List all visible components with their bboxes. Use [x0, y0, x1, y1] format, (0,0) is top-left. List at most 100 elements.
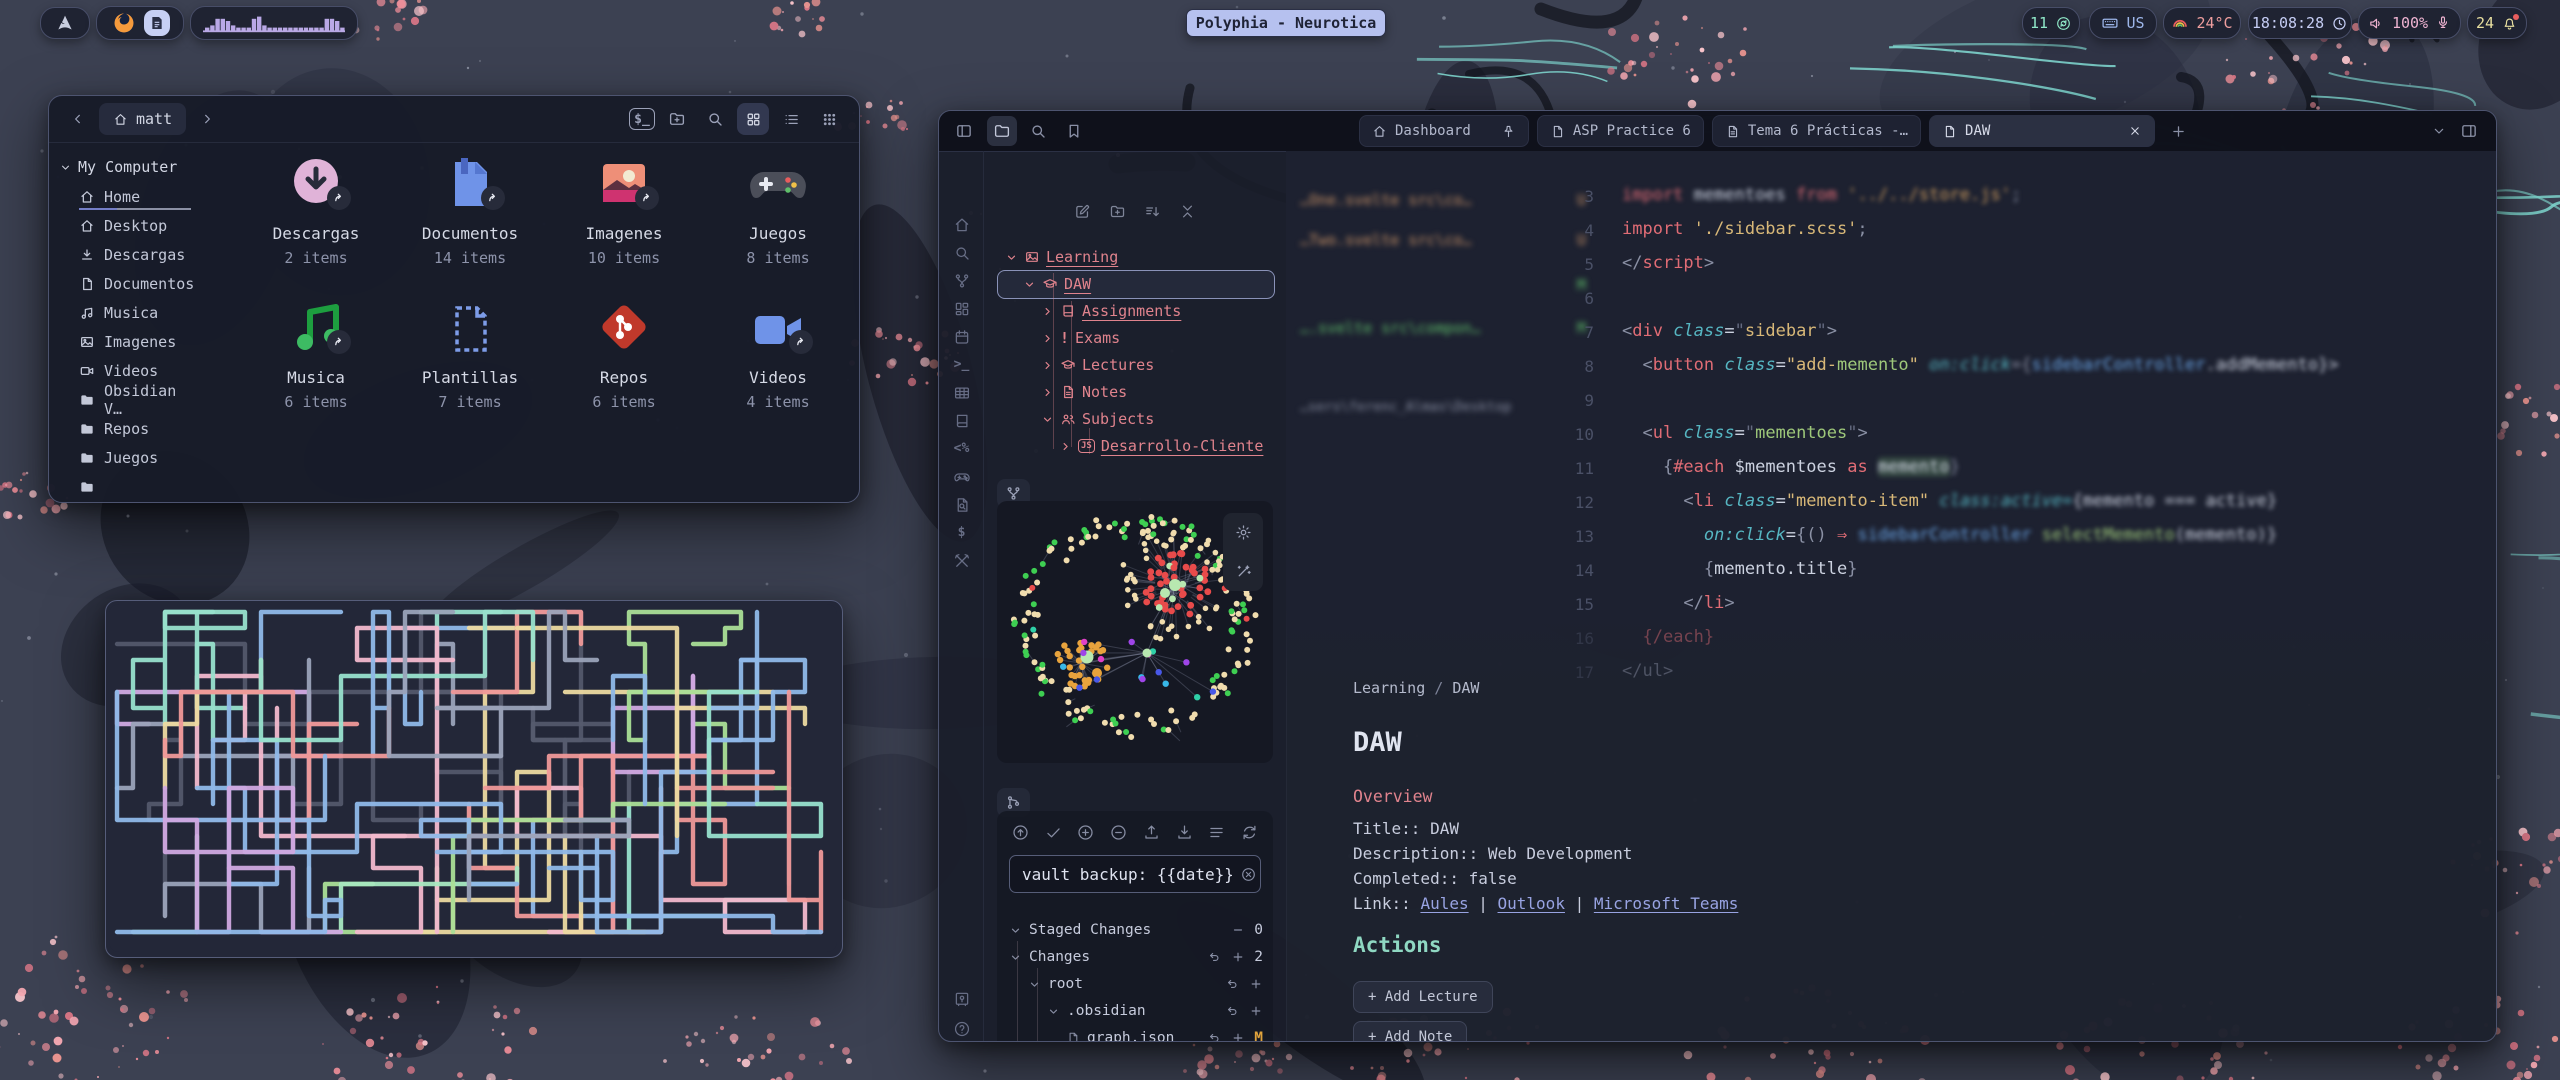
screensaver-pipes-window[interactable] [105, 600, 843, 958]
graph-icon[interactable] [952, 271, 971, 290]
compact-view-button[interactable] [813, 103, 845, 135]
expand-chevron-icon[interactable] [1009, 924, 1022, 937]
graph-settings-icon[interactable] [1235, 524, 1252, 541]
nav-forward-button[interactable] [192, 104, 222, 134]
file-search-icon[interactable] [952, 495, 971, 514]
launcher-button[interactable] [40, 7, 90, 39]
folder-plantillas[interactable]: Plantillas7 items [395, 294, 545, 411]
git-undo-action-icon[interactable] [1208, 1031, 1222, 1042]
explorer-item-learning[interactable]: Learning [1005, 245, 1118, 269]
firefox-icon[interactable] [111, 10, 137, 36]
sidebar-item-juegos[interactable]: Juegos [49, 443, 211, 472]
git-minus-action-icon[interactable] [1231, 923, 1245, 937]
folder-documentos[interactable]: Documentos14 items [395, 150, 545, 267]
nav-back-button[interactable] [63, 104, 93, 134]
tab-list-dropdown-icon[interactable] [2424, 116, 2454, 146]
folder-descargas[interactable]: Descargas2 items [241, 150, 391, 267]
folder-repos[interactable]: Repos6 items [549, 294, 699, 411]
toggle-left-sidebar-icon[interactable] [949, 116, 979, 146]
expand-chevron-icon[interactable] [1023, 278, 1036, 291]
note-breadcrumb[interactable]: Learning / DAW [1353, 679, 1479, 697]
new-tab-button[interactable] [2163, 116, 2193, 146]
note-link[interactable]: Aules [1420, 894, 1468, 913]
breadcrumb[interactable]: matt [99, 103, 186, 135]
sidebar-item-documentos[interactable]: Documentos [49, 269, 211, 298]
git-pull-icon[interactable] [1175, 823, 1194, 842]
explorer-item-lectures[interactable]: Lectures [1041, 353, 1154, 377]
table-icon[interactable] [952, 383, 971, 402]
graph-filter-wand-icon[interactable] [1235, 563, 1252, 580]
clock-widget[interactable]: 18:08:28 [2248, 7, 2352, 39]
volume-widget[interactable]: 100% [2358, 7, 2461, 39]
gamepad-icon[interactable] [952, 467, 971, 486]
tab-daw[interactable]: DAW [1929, 115, 2155, 147]
search-button[interactable] [699, 103, 731, 135]
toggle-right-sidebar-icon[interactable] [2454, 116, 2484, 146]
explorer-item-subjects[interactable]: Subjects [1041, 407, 1154, 431]
git-plus-action-icon[interactable] [1249, 1004, 1263, 1018]
home-icon[interactable] [952, 215, 971, 234]
vault-switcher-icon[interactable] [952, 989, 971, 1008]
sidebar-item-musica[interactable]: Musica [49, 298, 211, 327]
explorer-item-daw[interactable]: DAW [1023, 272, 1091, 296]
template-code-icon[interactable]: <% [952, 439, 971, 458]
sort-order-icon[interactable] [1144, 203, 1161, 220]
commit-message-input[interactable] [1010, 865, 1240, 884]
calendar-icon[interactable] [952, 327, 971, 346]
sidebar-item-partial[interactable] [49, 472, 211, 501]
git-plus-action-icon[interactable] [1231, 1031, 1245, 1042]
expand-chevron-icon[interactable] [1028, 978, 1041, 991]
git-plus-action-icon[interactable] [1249, 977, 1263, 991]
bookmarks-tab-icon[interactable] [1059, 116, 1089, 146]
tab-tema-6-pr-cticas-[interactable]: Tema 6 Prácticas -… [1712, 115, 1921, 147]
terminal-icon[interactable]: >_ [952, 355, 971, 374]
git-undo-action-icon[interactable] [1208, 950, 1222, 964]
search-tab-icon[interactable] [1023, 116, 1053, 146]
list-view-button[interactable] [775, 103, 807, 135]
new-note-icon[interactable] [1074, 203, 1091, 220]
git-undo-action-icon[interactable] [1226, 977, 1240, 991]
new-folder-icon[interactable] [1109, 203, 1126, 220]
sidebar-item-imagenes[interactable]: Imagenes [49, 327, 211, 356]
folder-musica[interactable]: Musica6 items [241, 294, 391, 411]
sidebar-item-obsidian-v-[interactable]: Obsidian V… [49, 385, 211, 414]
close-tab-icon[interactable] [2128, 124, 2142, 138]
breadcrumb-part[interactable]: Learning [1353, 679, 1425, 697]
clear-message-icon[interactable] [1240, 866, 1267, 883]
tab-dashboard[interactable]: Dashboard [1359, 115, 1529, 147]
breadcrumb-part[interactable]: DAW [1452, 679, 1479, 697]
book-icon[interactable] [952, 411, 971, 430]
folder-imagenes[interactable]: Imagenes10 items [549, 150, 699, 267]
git-row--obsidian[interactable]: .obsidian [1009, 1000, 1263, 1022]
expand-chevron-icon[interactable] [1009, 951, 1022, 964]
git-stage-all-icon[interactable] [1076, 823, 1095, 842]
notifications-widget[interactable]: 24 [2467, 7, 2527, 39]
files-tab-icon[interactable] [987, 116, 1017, 146]
tab-asp-practice-6[interactable]: ASP Practice 6 [1537, 115, 1704, 147]
folder-videos[interactable]: Videos4 items [703, 294, 853, 411]
git-row-graph-json[interactable]: graph.jsonM [1009, 1027, 1263, 1042]
git-push-icon[interactable] [1142, 823, 1161, 842]
open-terminal-button[interactable]: $_ [629, 108, 655, 130]
sidebar-item-repos[interactable]: Repos [49, 414, 211, 443]
note-link[interactable]: Outlook [1498, 894, 1565, 913]
action-button--add-lecture[interactable]: + Add Lecture [1353, 981, 1493, 1013]
crossed-tools-icon[interactable] [952, 551, 971, 570]
explorer-item-assignments[interactable]: Assignments [1041, 299, 1181, 323]
search-icon[interactable] [952, 243, 971, 262]
notes-app-icon[interactable] [144, 10, 170, 36]
git-check-icon[interactable] [1044, 823, 1063, 842]
sidebar-section-header[interactable]: My Computer [49, 152, 211, 182]
updates-indicator[interactable]: 11 [2022, 7, 2080, 39]
new-folder-button[interactable] [661, 103, 693, 135]
active-window-title[interactable]: Polyphia - Neurotica [1186, 9, 1386, 37]
dollar-icon[interactable]: $ [952, 523, 971, 542]
sidebar-item-descargas[interactable]: Descargas [49, 240, 211, 269]
git-row-root[interactable]: root [1009, 973, 1263, 995]
expand-chevron-icon[interactable] [1005, 251, 1018, 264]
git-row-changes[interactable]: Changes2 [1009, 946, 1263, 968]
sidebar-item-desktop[interactable]: Desktop [49, 211, 211, 240]
git-row-staged-changes[interactable]: Staged Changes0 [1009, 919, 1263, 941]
weather-widget[interactable]: 24°C [2163, 7, 2241, 39]
git-commit-icon[interactable] [1011, 823, 1030, 842]
